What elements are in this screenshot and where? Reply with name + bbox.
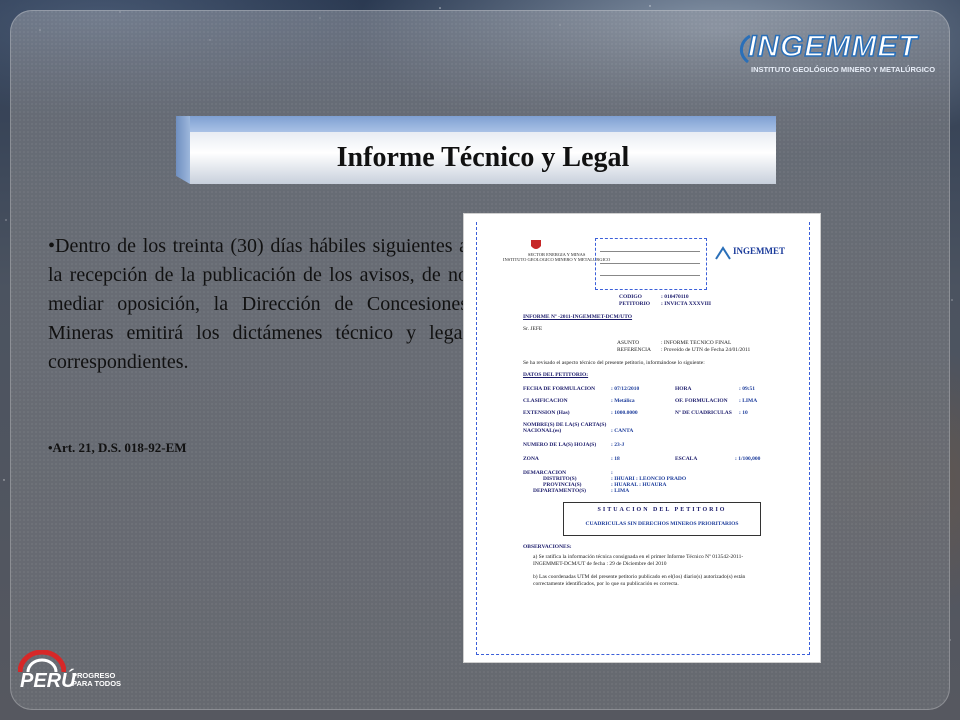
doc-observation-a: a) Se ratifica la información técnica co…: [533, 554, 744, 567]
doc-field-value: : 1000.0000: [611, 410, 638, 416]
doc-codigo-label: CODIGO: [619, 294, 642, 300]
doc-field-label-2: OF. FORMULACION: [675, 398, 728, 404]
doc-referencia-value: : Proveído de UTN de Fecha 24/01/2011: [661, 347, 751, 353]
doc-intro: Se ha revisado el aspecto técnico del pr…: [523, 360, 705, 366]
doc-field-value: : CANTA: [611, 428, 634, 434]
doc-observation-b: b) Las coordenadas UTM del presente peti…: [533, 574, 746, 587]
doc-asunto-value: : INFORME TECNICO FINAL: [661, 340, 732, 346]
doc-field-value: : 18: [611, 456, 620, 462]
logo-subtitle: INSTITUTO GEOLÓGICO MINERO Y METALÚRGICO: [751, 65, 936, 74]
doc-field-label: FECHA DE FORMULACION: [523, 386, 596, 392]
doc-situacion-value: CUADRICULAS SIN DERECHOS MINEROS PRIORIT…: [585, 521, 739, 527]
title-banner-face: Informe Técnico y Legal: [190, 132, 776, 184]
doc-field-label: ZONA: [523, 456, 539, 462]
doc-field-label-2: Nº DE CUADRICULAS: [675, 410, 732, 416]
doc-stamp-box: [595, 238, 707, 290]
title-banner: Informe Técnico y Legal: [176, 116, 776, 184]
doc-field-label: CLASIFICACION: [523, 398, 568, 404]
doc-field-label: DEPARTAMENTO(S): [533, 488, 586, 494]
doc-datos-title: DATOS DEL PETITORIO:: [523, 372, 589, 378]
doc-field-value-2: : 1/100,000: [735, 456, 761, 462]
coat-of-arms-icon: [531, 240, 541, 249]
peru-wordmark: PERÚ: [20, 670, 76, 692]
doc-codigo-value: : 010470110: [661, 294, 689, 300]
body-paragraph: •Dentro de los treinta (30) días hábiles…: [48, 235, 468, 373]
doc-field-label: NUMERO DE LA(S) HOJA(S): [523, 442, 597, 448]
doc-petitorio-value: : INVICTA XXXVIII: [661, 301, 712, 307]
doc-field-value: : 07/12/2010: [611, 386, 640, 392]
doc-field-value-2: : 09:51: [739, 386, 756, 392]
doc-asunto-label: ASUNTO: [617, 340, 640, 346]
doc-field-label-2: ESCALA: [675, 456, 698, 462]
doc-field-label: EXTENSION (Has): [523, 410, 570, 416]
doc-field-value-2: : 10: [739, 410, 748, 416]
legal-reference: •Art. 21, D.S. 018-92-EM: [48, 440, 187, 455]
peru-arc-icon: [18, 650, 66, 672]
title-banner-top-edge: [176, 116, 776, 132]
doc-situacion-box: SITUACION DEL PETITORIO CUADRICULAS SIN …: [563, 502, 761, 536]
doc-recipient: Sr. JEFE: [523, 326, 543, 332]
doc-observaciones-title: OBSERVACIONES:: [523, 544, 572, 550]
doc-situacion-title: SITUACION DEL PETITORIO: [597, 507, 727, 513]
doc-field-value: : Metálica: [611, 398, 635, 404]
document-page: SECTOR ENERGIA Y MINAS INSTITUTO GEOLOGI…: [476, 222, 810, 655]
slide-title: Informe Técnico y Legal: [336, 142, 630, 173]
peru-tagline: PROGRESO PARA TODOS: [72, 671, 122, 688]
title-banner-side-edge: [176, 116, 190, 184]
doc-referencia-label: REFERENCIA: [617, 347, 651, 353]
doc-field-label-2: HORA: [675, 386, 692, 392]
ingemmet-logo: INGEMMET INSTITUTO GEOLÓGICO MINERO Y ME…: [736, 29, 935, 76]
doc-field-label: NOMBRE(S) DE LA(S) CARTA(S) NACIONAL(es): [523, 422, 607, 434]
document-image: SECTOR ENERGIA Y MINAS INSTITUTO GEOLOGI…: [464, 214, 820, 662]
doc-petitorio-label: PETITORIO: [619, 301, 651, 307]
doc-field-value-2: : LIMA: [739, 398, 758, 404]
doc-field-value: : LIMA: [611, 488, 630, 494]
peru-logo: PERÚ PROGRESO PARA TODOS: [18, 650, 128, 700]
doc-logo-icon: [715, 246, 731, 260]
logo-name: INGEMMET: [747, 29, 918, 64]
doc-field-value: : 23-J: [611, 442, 625, 448]
doc-informe-number: INFORME Nº -2011-INGEMMET-DCM/UTO: [523, 314, 633, 320]
doc-logo-name: INGEMMET: [733, 246, 786, 256]
